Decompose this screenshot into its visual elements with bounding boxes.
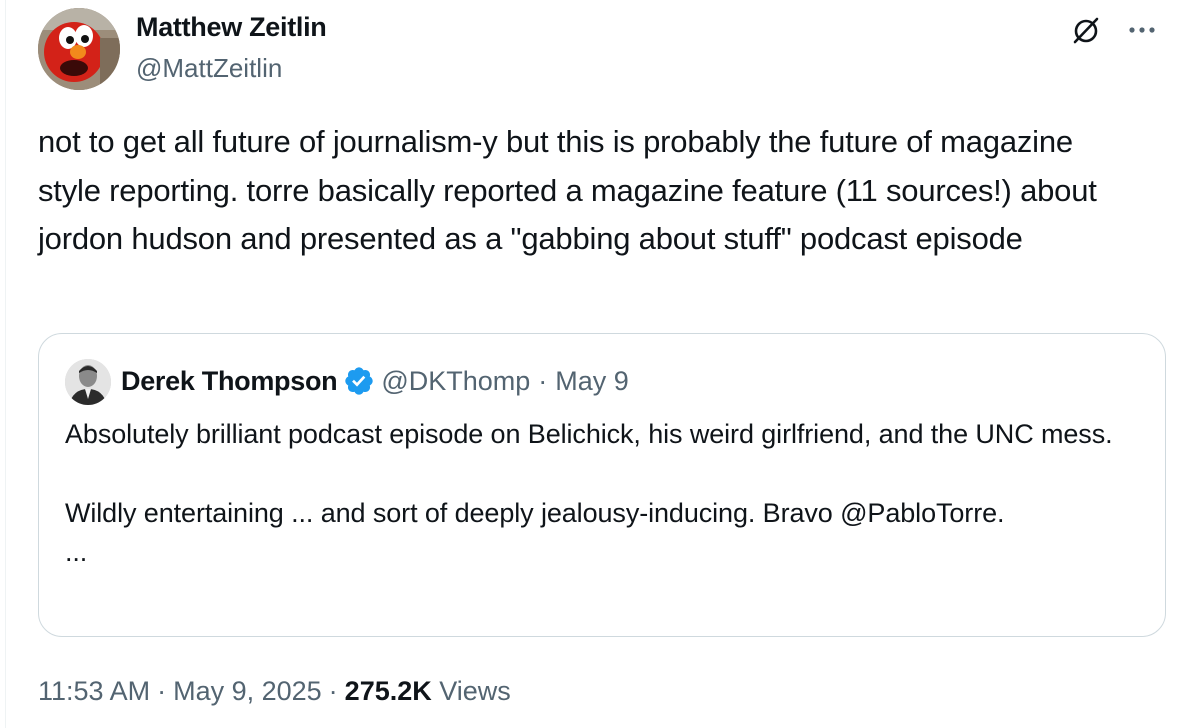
quote-tweet-card[interactable]: Derek Thompson @DKThomp · May 9 Absolute… xyxy=(38,333,1166,637)
meta-separator: · xyxy=(328,676,338,706)
verified-badge-icon xyxy=(345,367,374,395)
tweet-time[interactable]: 11:53 AM xyxy=(38,676,150,706)
left-divider xyxy=(5,0,6,728)
views-count[interactable]: 275.2K xyxy=(345,676,432,706)
portrait-avatar-image xyxy=(65,359,111,405)
tweet-text: not to get all future of journalism-y bu… xyxy=(38,124,1097,256)
author-avatar[interactable] xyxy=(38,8,120,90)
quoted-tweet-text: Absolutely brilliant podcast episode on … xyxy=(65,419,1113,567)
author-handle[interactable]: @MattZeitlin xyxy=(136,53,282,84)
quoted-tweet-date[interactable]: May 9 xyxy=(555,366,629,397)
tweet-metadata: 11:53 AM · May 9, 2025 · 275.2K Views xyxy=(38,676,511,707)
views-label: Views xyxy=(439,676,511,706)
quoted-author-header: Derek Thompson @DKThomp · May 9 xyxy=(121,365,629,397)
meta-separator: · xyxy=(157,676,167,706)
quoted-author-handle[interactable]: @DKThomp xyxy=(381,366,530,397)
more-icon[interactable] xyxy=(1118,14,1166,46)
author-name[interactable]: Matthew Zeitlin xyxy=(136,12,327,43)
quoted-author-name[interactable]: Derek Thompson xyxy=(121,366,338,397)
grok-icon[interactable] xyxy=(1070,14,1102,46)
tweet-date[interactable]: May 9, 2025 xyxy=(173,676,322,706)
quoted-author-avatar[interactable] xyxy=(65,359,111,405)
elmo-avatar-image xyxy=(38,8,120,90)
quoted-header-separator: · xyxy=(538,365,548,396)
